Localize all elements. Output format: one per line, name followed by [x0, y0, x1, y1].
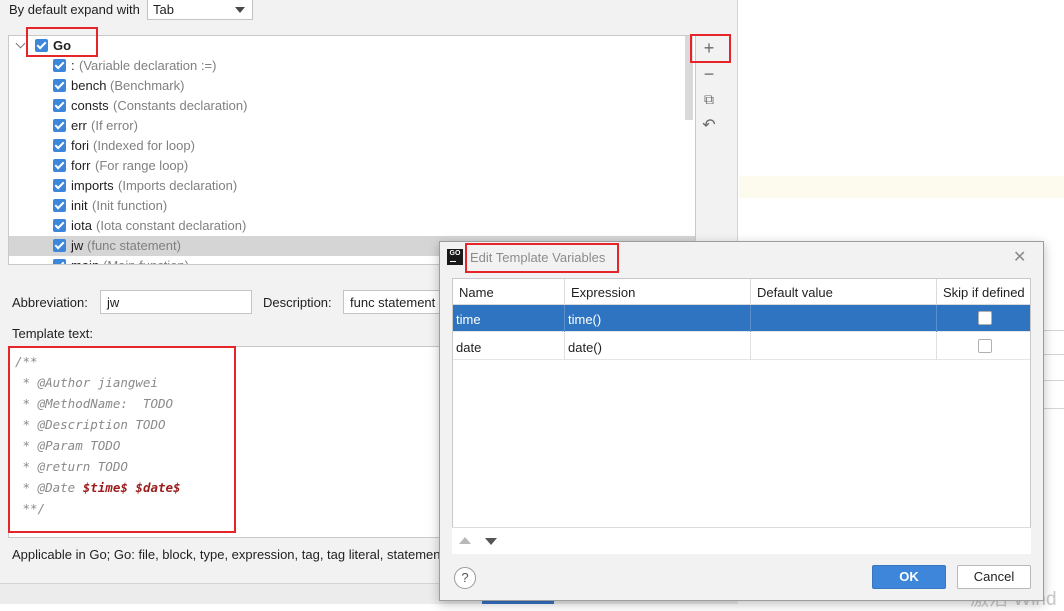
template-checkbox[interactable] [53, 179, 66, 192]
abbreviation-input[interactable]: jw [100, 290, 252, 314]
template-checkbox[interactable] [53, 119, 66, 132]
editor-current-line [739, 176, 1064, 198]
description-input[interactable]: func statement [343, 290, 453, 314]
skip-if-defined-checkbox[interactable] [978, 339, 992, 353]
templates-toolbar: + − ⧉ ↶ [697, 35, 721, 265]
close-icon[interactable]: ✕ [1013, 247, 1026, 267]
template-row[interactable]: init (Init function) [9, 196, 695, 216]
template-abbreviation: imports [71, 178, 114, 193]
cell-name[interactable]: time [453, 305, 565, 332]
template-description: (Benchmark) [110, 78, 185, 93]
template-checkbox[interactable] [53, 239, 66, 252]
cell-expression[interactable]: time() [565, 305, 751, 332]
template-row[interactable]: iota (Iota constant declaration) [9, 216, 695, 236]
template-checkbox[interactable] [53, 259, 66, 264]
template-abbreviation: bench [71, 78, 107, 93]
template-text-label: Template text: [12, 326, 93, 341]
template-checkbox[interactable] [53, 219, 66, 232]
templates-tree[interactable]: Go : (Variable declaration :=) bench (Bench… [8, 35, 696, 265]
template-row[interactable]: : (Variable declaration :=) [9, 56, 695, 76]
template-description: (Main function) [103, 258, 189, 264]
cell-expression[interactable]: date() [565, 333, 751, 360]
template-abbreviation: iota [71, 218, 92, 233]
skip-if-defined-checkbox[interactable] [978, 311, 992, 325]
template-abbreviation: : [71, 58, 75, 73]
template-description: (Iota constant declaration) [96, 218, 247, 233]
highlight-box-template [8, 346, 236, 533]
template-checkbox[interactable] [53, 199, 66, 212]
column-header-default-value[interactable]: Default value [751, 279, 937, 305]
restore-defaults-button[interactable]: ↶ [697, 114, 721, 138]
highlight-box-add [690, 34, 731, 63]
template-description: (Init function) [92, 198, 168, 213]
highlight-box-group [26, 27, 98, 57]
description-label: Description: [263, 295, 332, 310]
applicable-contexts-text[interactable]: Applicable in Go; Go: file, block, type,… [12, 547, 442, 562]
template-description: (Constants declaration) [113, 98, 248, 113]
expand-with-label: By default expand with [9, 2, 140, 17]
remove-template-button[interactable]: − [697, 62, 721, 86]
goland-icon: GO [447, 249, 463, 265]
template-row[interactable]: bench (Benchmark) [9, 76, 695, 96]
chevron-down-icon[interactable] [15, 38, 26, 49]
template-abbreviation: err [71, 118, 87, 133]
template-description: (func statement) [87, 238, 181, 253]
cell-skip-if-defined [937, 333, 1030, 360]
template-abbreviation: main [71, 258, 99, 264]
template-description: (For range loop) [95, 158, 189, 173]
column-header-skip-if-defined[interactable]: Skip if defined [937, 279, 1030, 305]
move-up-icon[interactable] [459, 537, 471, 544]
template-abbreviation: fori [71, 138, 90, 153]
template-checkbox[interactable] [53, 159, 66, 172]
table-row[interactable]: time time() [453, 305, 1030, 332]
minus-icon: − [703, 64, 715, 84]
template-row[interactable]: consts (Constants declaration) [9, 96, 695, 116]
template-row[interactable]: err (If error) [9, 116, 695, 136]
move-down-icon[interactable] [485, 538, 497, 545]
highlight-box-title [465, 243, 619, 273]
cell-default[interactable] [751, 305, 937, 332]
goland-icon-text: GO [449, 250, 461, 257]
ok-button[interactable]: OK [872, 565, 946, 589]
template-checkbox[interactable] [53, 139, 66, 152]
template-row[interactable]: forr (For range loop) [9, 156, 695, 176]
expand-with-value: Tab [153, 2, 174, 17]
cancel-button[interactable]: Cancel [957, 565, 1031, 589]
template-description: (Imports declaration) [118, 178, 238, 193]
template-group-go[interactable]: Go [9, 36, 695, 56]
copy-icon: ⧉ [704, 91, 714, 107]
template-checkbox[interactable] [53, 99, 66, 112]
column-header-expression[interactable]: Expression [565, 279, 751, 305]
variables-table[interactable]: Name Expression Default value Skip if de… [452, 278, 1031, 554]
abbreviation-label: Abbreviation: [12, 295, 88, 310]
template-checkbox[interactable] [53, 59, 66, 72]
template-abbreviation: jw [71, 238, 84, 253]
cell-default[interactable] [751, 333, 937, 360]
template-row[interactable]: fori (Indexed for loop) [9, 136, 695, 156]
template-description: (If error) [91, 118, 138, 133]
template-description: (Variable declaration :=) [79, 58, 217, 73]
copy-template-button[interactable]: ⧉ [697, 87, 721, 111]
expand-with-select[interactable]: Tab [147, 0, 253, 20]
template-abbreviation: init [71, 198, 88, 213]
table-toolbar [452, 527, 1031, 554]
template-abbreviation: forr [71, 158, 91, 173]
template-abbreviation: consts [71, 98, 109, 113]
chevron-down-icon [235, 7, 245, 13]
table-row[interactable]: date date() [453, 333, 1030, 360]
template-description: (Indexed for loop) [93, 138, 195, 153]
undo-icon: ↶ [702, 117, 716, 134]
column-header-name[interactable]: Name [453, 279, 565, 305]
edit-template-variables-dialog: GO Edit Template Variables ✕ Name Expres… [439, 241, 1044, 601]
template-checkbox[interactable] [53, 79, 66, 92]
cell-skip-if-defined [937, 305, 1030, 332]
cell-name[interactable]: date [453, 333, 565, 360]
help-button[interactable]: ? [454, 567, 476, 589]
template-row[interactable]: imports (Imports declaration) [9, 176, 695, 196]
